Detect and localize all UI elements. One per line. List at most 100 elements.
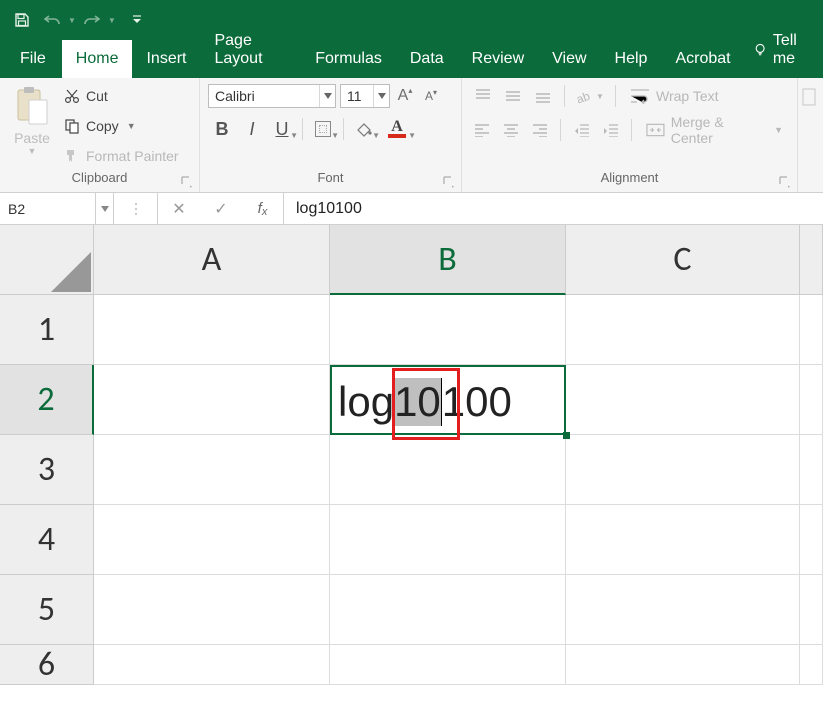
bold-button[interactable]: B bbox=[208, 116, 236, 142]
tab-data[interactable]: Data bbox=[396, 40, 458, 78]
merge-center-button[interactable]: Merge & Center ▼ bbox=[640, 118, 789, 142]
increase-indent-button[interactable] bbox=[598, 119, 623, 141]
align-top-button[interactable] bbox=[470, 85, 496, 107]
fill-handle[interactable] bbox=[563, 432, 570, 439]
align-center-button[interactable] bbox=[499, 119, 524, 141]
copy-button[interactable]: Copy ▼ bbox=[60, 114, 183, 138]
align-bottom-button[interactable] bbox=[530, 85, 556, 107]
underline-button[interactable]: U▼ bbox=[268, 116, 296, 142]
cell-c2[interactable] bbox=[566, 365, 800, 435]
paste-icon bbox=[15, 86, 49, 126]
copy-menu-arrow[interactable]: ▼ bbox=[127, 121, 136, 131]
name-box-arrow[interactable] bbox=[95, 193, 113, 224]
cell-c5[interactable] bbox=[566, 575, 800, 645]
col-header-d-partial[interactable] bbox=[800, 225, 823, 295]
undo-button[interactable] bbox=[38, 6, 66, 34]
cell-c3[interactable] bbox=[566, 435, 800, 505]
paste-menu-arrow[interactable]: ▼ bbox=[28, 146, 37, 156]
row-header-4[interactable]: 4 bbox=[0, 505, 94, 575]
cell-a6[interactable] bbox=[94, 645, 330, 685]
decrease-indent-button[interactable] bbox=[569, 119, 594, 141]
align-right-button[interactable] bbox=[528, 119, 553, 141]
paste-button[interactable]: Paste ▼ bbox=[8, 84, 56, 170]
group-alignment-label: Alignment bbox=[462, 170, 797, 192]
row-header-1[interactable]: 1 bbox=[0, 295, 94, 365]
tell-me[interactable]: Tell me bbox=[745, 22, 813, 78]
col-header-a[interactable]: A bbox=[94, 225, 330, 295]
col-header-b[interactable]: B bbox=[330, 225, 566, 295]
qat-customize[interactable] bbox=[132, 14, 142, 26]
borders-button[interactable]: ▼ bbox=[309, 116, 337, 142]
tab-view[interactable]: View bbox=[538, 40, 600, 78]
cell-d5[interactable] bbox=[800, 575, 823, 645]
fill-color-button[interactable]: ▼ bbox=[350, 116, 378, 142]
cell-c1[interactable] bbox=[566, 295, 800, 365]
borders-icon bbox=[315, 121, 331, 137]
merge-menu-arrow[interactable]: ▼ bbox=[774, 125, 783, 135]
formula-input[interactable]: log10100 bbox=[284, 193, 823, 224]
cell-b3[interactable] bbox=[330, 435, 566, 505]
font-launcher[interactable] bbox=[443, 176, 457, 190]
cell-d6[interactable] bbox=[800, 645, 823, 685]
cell-b1[interactable] bbox=[330, 295, 566, 365]
cell-a3[interactable] bbox=[94, 435, 330, 505]
row-header-3[interactable]: 3 bbox=[0, 435, 94, 505]
clipboard-launcher[interactable] bbox=[181, 176, 195, 190]
increase-font-button[interactable]: A▴ bbox=[394, 85, 416, 107]
align-middle-button[interactable] bbox=[500, 85, 526, 107]
cell-c6[interactable] bbox=[566, 645, 800, 685]
name-box[interactable]: B2 bbox=[0, 193, 114, 224]
cell-d1[interactable] bbox=[800, 295, 823, 365]
tab-review[interactable]: Review bbox=[458, 40, 538, 78]
col-header-c[interactable]: C bbox=[566, 225, 800, 295]
save-button[interactable] bbox=[8, 6, 36, 34]
tab-home[interactable]: Home bbox=[62, 40, 133, 78]
menu-bar: File Home Insert Page Layout Formulas Da… bbox=[0, 40, 823, 78]
cut-button[interactable]: Cut bbox=[60, 84, 183, 108]
italic-button[interactable]: I bbox=[238, 116, 266, 142]
insert-function-button[interactable]: fx bbox=[242, 193, 284, 224]
cancel-edit-button[interactable]: ✕ bbox=[158, 193, 200, 224]
tab-acrobat[interactable]: Acrobat bbox=[661, 40, 744, 78]
align-left-button[interactable] bbox=[470, 119, 495, 141]
cell-d2[interactable] bbox=[800, 365, 823, 435]
tab-file[interactable]: File bbox=[10, 40, 62, 78]
font-size-combo[interactable]: 11 bbox=[340, 84, 390, 108]
decrease-font-button[interactable]: A▾ bbox=[420, 85, 442, 107]
cell-b5[interactable] bbox=[330, 575, 566, 645]
cell-b4[interactable] bbox=[330, 505, 566, 575]
namebox-grip[interactable] bbox=[114, 193, 158, 224]
alignment-launcher[interactable] bbox=[779, 176, 793, 190]
cell-a5[interactable] bbox=[94, 575, 330, 645]
tab-insert[interactable]: Insert bbox=[132, 40, 200, 78]
tab-help[interactable]: Help bbox=[601, 40, 662, 78]
row-header-6[interactable]: 6 bbox=[0, 645, 94, 685]
cell-editor[interactable]: log10100 bbox=[334, 375, 512, 429]
underline-icon: U bbox=[276, 119, 289, 140]
row-header-5[interactable]: 5 bbox=[0, 575, 94, 645]
cell-a2[interactable] bbox=[94, 365, 330, 435]
font-size-value: 11 bbox=[341, 88, 373, 104]
redo-button[interactable] bbox=[78, 6, 106, 34]
row-header-2[interactable]: 2 bbox=[0, 365, 94, 435]
cell-d4[interactable] bbox=[800, 505, 823, 575]
cell-b6[interactable] bbox=[330, 645, 566, 685]
scissors-icon bbox=[64, 88, 80, 104]
wrap-text-button[interactable]: Wrap Text bbox=[624, 84, 725, 108]
cell-c4[interactable] bbox=[566, 505, 800, 575]
font-size-arrow[interactable] bbox=[373, 85, 389, 107]
enter-edit-button[interactable]: ✓ bbox=[200, 193, 242, 224]
cell-d3[interactable] bbox=[800, 435, 823, 505]
number-format-stub-icon bbox=[802, 88, 816, 106]
select-all-button[interactable] bbox=[0, 225, 94, 295]
font-name-arrow[interactable] bbox=[319, 85, 335, 107]
format-painter-button[interactable]: Format Painter bbox=[60, 144, 183, 168]
font-color-button[interactable]: A▼ bbox=[380, 116, 414, 142]
orientation-button[interactable]: ab▼ bbox=[573, 85, 607, 107]
cell-a4[interactable] bbox=[94, 505, 330, 575]
font-name-combo[interactable]: Calibri bbox=[208, 84, 336, 108]
tab-formulas[interactable]: Formulas bbox=[301, 40, 396, 78]
cell-a1[interactable] bbox=[94, 295, 330, 365]
tab-page-layout[interactable]: Page Layout bbox=[200, 22, 301, 78]
cells-area[interactable] bbox=[94, 295, 823, 713]
